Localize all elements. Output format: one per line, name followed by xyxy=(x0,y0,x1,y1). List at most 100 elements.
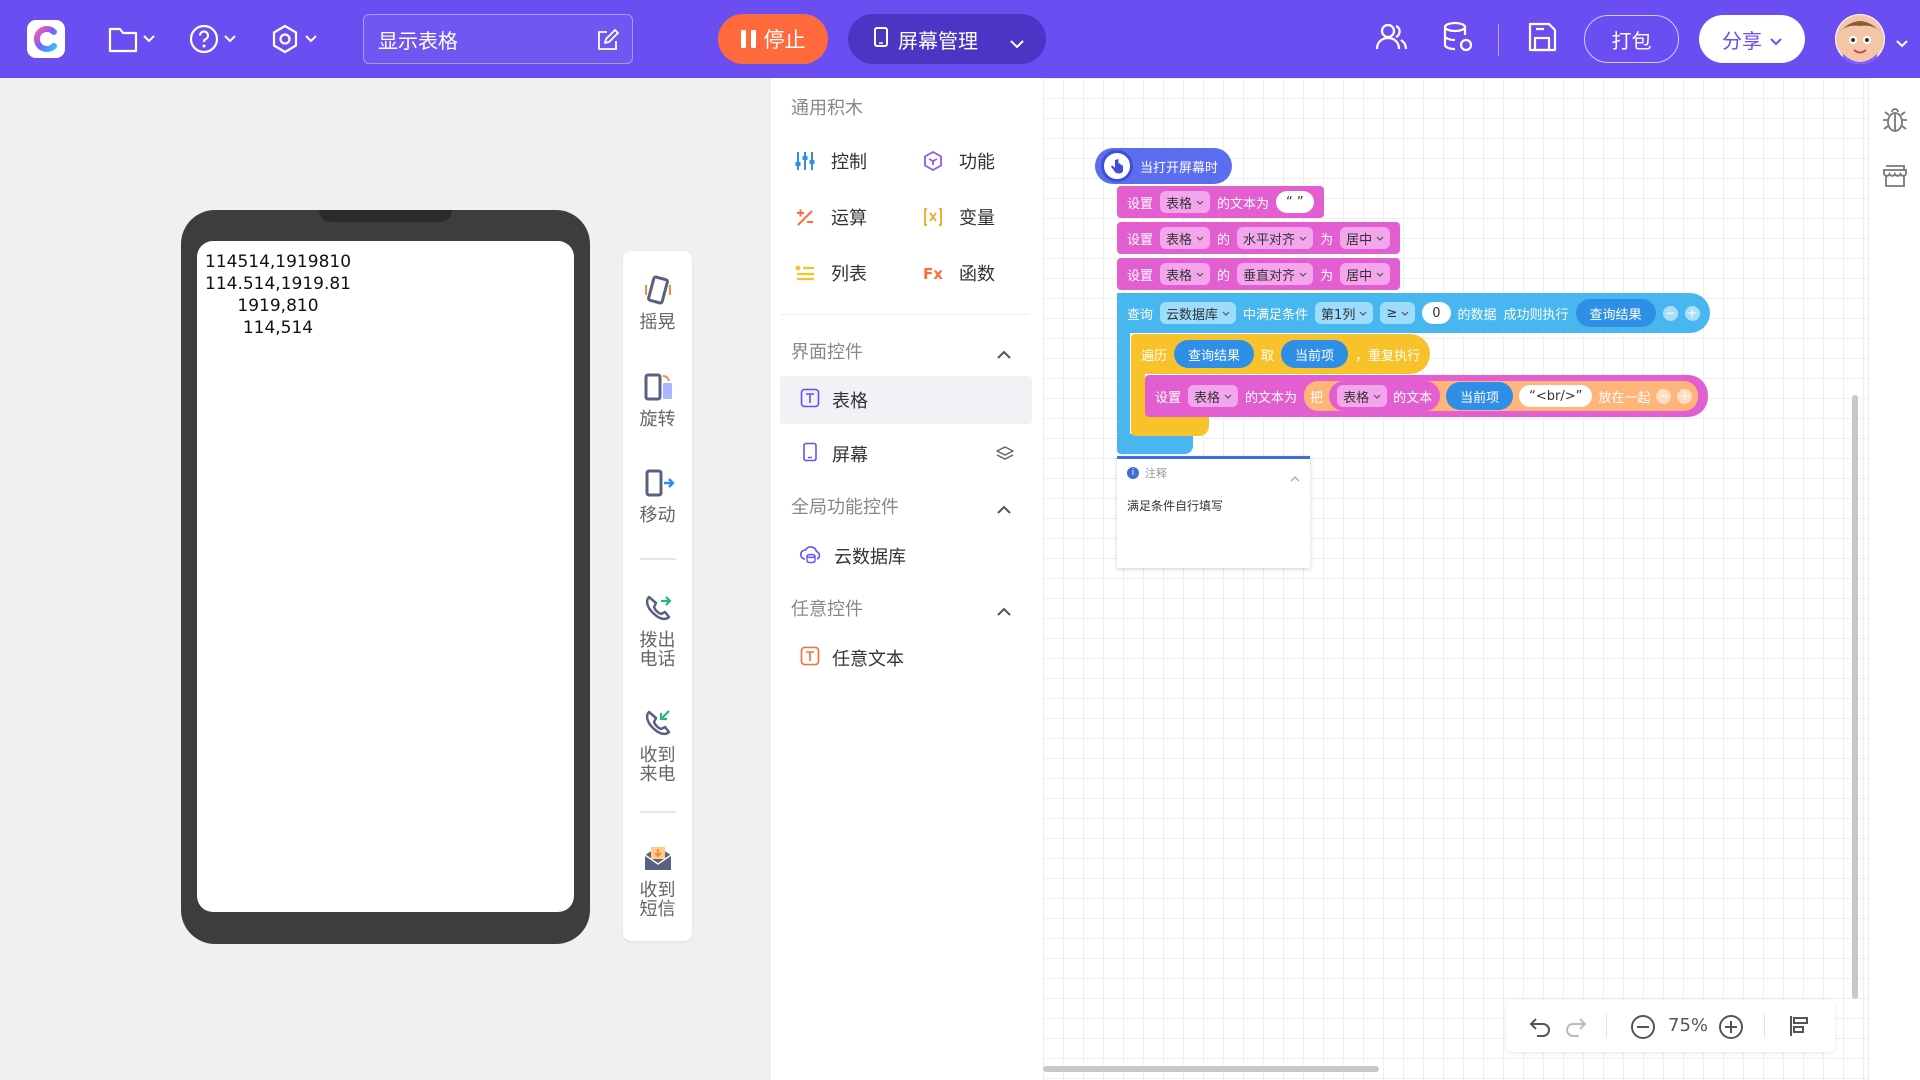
general-blocks-header: 通用积木 xyxy=(791,98,863,119)
chevron-down-icon xyxy=(224,35,236,43)
component-clouddb[interactable]: 云数据库 xyxy=(780,532,1032,580)
operator-dropdown[interactable]: ≥ xyxy=(1380,302,1416,324)
ui-controls-header[interactable]: 界面控件 xyxy=(791,338,863,364)
help-menu[interactable] xyxy=(188,22,236,56)
screen-open-event-block[interactable]: 当打开屏幕时 xyxy=(1095,148,1233,184)
rotate-icon xyxy=(623,370,692,404)
query-result-var[interactable]: 查询结果 xyxy=(1174,340,1255,368)
math-icon xyxy=(793,205,817,229)
database-icon[interactable] xyxy=(1441,20,1475,58)
database-dropdown[interactable]: 云数据库 xyxy=(1160,302,1237,324)
component-dropdown[interactable]: 表格 xyxy=(1160,263,1211,285)
toolbar-divider xyxy=(1498,24,1499,56)
cloud-query-block[interactable]: 查询 云数据库 中满足条件 第1列 ≥ 0 的数据 成功则执行 查询结果 − + xyxy=(1117,293,1710,333)
string-value[interactable]: “ ” xyxy=(1276,191,1314,213)
chevron-up-icon[interactable] xyxy=(997,601,1011,620)
chevron-down-icon xyxy=(143,35,155,43)
category-operation[interactable]: 运算 xyxy=(793,204,867,230)
screen-name-box xyxy=(363,14,633,64)
component-dropdown[interactable]: 表格 xyxy=(1188,385,1239,407)
chevron-up-icon[interactable] xyxy=(997,344,1011,363)
join-text-block[interactable]: 把 表格 的文本 当前项 “<br/>” 放在一起 − + xyxy=(1304,381,1699,411)
phone-in-tool[interactable]: 收到 来电 xyxy=(623,706,692,784)
phone-in-icon xyxy=(623,706,692,740)
plus-icon[interactable]: + xyxy=(1677,388,1693,404)
bug-icon[interactable] xyxy=(1882,106,1908,138)
stop-button[interactable]: 停止 xyxy=(718,14,828,64)
phone-out-tool[interactable]: 拨出 电话 xyxy=(623,591,692,669)
avatar[interactable] xyxy=(1835,14,1885,64)
redo-icon[interactable] xyxy=(1564,1014,1588,1042)
set-halign-block[interactable]: 设置 表格 的 水平对齐 为 居中 xyxy=(1117,222,1401,254)
file-menu[interactable] xyxy=(107,22,155,56)
pause-icon xyxy=(740,30,756,48)
category-list[interactable]: 列表 xyxy=(793,260,867,286)
align-blocks-icon[interactable] xyxy=(1788,1014,1812,1042)
settings-menu[interactable] xyxy=(269,22,317,56)
set-text-join-block[interactable]: 设置 表格 的文本为 把 表格 的文本 当前项 “<br/>” 放在一起 − + xyxy=(1145,375,1709,417)
horizontal-scrollbar[interactable] xyxy=(1043,1066,1379,1072)
rotate-tool[interactable]: 旋转 xyxy=(623,370,692,429)
string-value[interactable]: “<br/>” xyxy=(1519,385,1593,407)
minus-icon[interactable]: − xyxy=(1656,388,1672,404)
set-valign-block[interactable]: 设置 表格 的 垂直对齐 为 居中 xyxy=(1117,258,1401,290)
phone-screen: 114514,1919810 114.514,1919.81 1919,810 … xyxy=(197,241,574,912)
category-func[interactable]: Fx 函数 xyxy=(921,260,995,286)
variable-icon xyxy=(921,205,945,229)
plus-icon[interactable]: + xyxy=(1684,305,1700,321)
cloud-database-icon xyxy=(799,544,822,569)
foreach-block[interactable]: 遍历 查询结果 取 当前项 ，重复执行 xyxy=(1131,334,1431,374)
layers-icon[interactable] xyxy=(996,445,1014,468)
component-table[interactable]: 表格 xyxy=(780,376,1032,424)
current-item-var[interactable]: 当前项 xyxy=(1446,382,1514,410)
query-result-var[interactable]: 查询结果 xyxy=(1575,299,1656,327)
store-icon[interactable] xyxy=(1882,164,1908,192)
property-dropdown[interactable]: 垂直对齐 xyxy=(1237,263,1314,285)
column-dropdown[interactable]: 第1列 xyxy=(1315,302,1374,324)
zoom-in-icon[interactable] xyxy=(1718,1014,1744,1044)
save-icon[interactable] xyxy=(1526,20,1558,58)
vertical-scrollbar[interactable] xyxy=(1852,395,1858,999)
value-dropdown[interactable]: 居中 xyxy=(1340,227,1391,249)
edit-icon[interactable] xyxy=(596,28,620,56)
get-text-block[interactable]: 表格 的文本 xyxy=(1329,381,1441,411)
current-item-var[interactable]: 当前项 xyxy=(1281,340,1349,368)
comment-body[interactable]: 满足条件自行填写 xyxy=(1127,497,1223,514)
component-screen[interactable]: 屏幕 xyxy=(780,430,1032,478)
chevron-up-icon[interactable] xyxy=(997,499,1011,518)
query-block-bottom xyxy=(1117,434,1193,454)
sms-icon xyxy=(623,841,692,875)
screen-name-input[interactable] xyxy=(378,25,578,53)
minus-icon[interactable]: − xyxy=(1662,305,1678,321)
component-dropdown[interactable]: 表格 xyxy=(1160,191,1211,213)
component-dropdown[interactable]: 表格 xyxy=(1160,227,1211,249)
sms-tool[interactable]: 收到 短信 xyxy=(623,841,692,919)
component-anytext[interactable]: 任意文本 xyxy=(780,634,1032,682)
toolbar-divider xyxy=(1764,1014,1765,1038)
property-dropdown[interactable]: 水平对齐 xyxy=(1237,227,1314,249)
category-function[interactable]: 功能 xyxy=(921,148,995,174)
component-dropdown[interactable]: 表格 xyxy=(1337,385,1388,407)
comment-card[interactable]: i 注释 满足条件自行填写 xyxy=(1117,456,1310,568)
screen-manage-button[interactable]: 屏幕管理 xyxy=(848,14,1046,64)
users-icon[interactable] xyxy=(1375,20,1409,58)
pack-button[interactable]: 打包 xyxy=(1584,15,1679,63)
category-control[interactable]: 控制 xyxy=(793,148,867,174)
number-value[interactable]: 0 xyxy=(1422,302,1451,324)
chevron-down-icon[interactable] xyxy=(1896,33,1908,52)
value-dropdown[interactable]: 居中 xyxy=(1340,263,1391,285)
global-controls-header[interactable]: 全局功能控件 xyxy=(791,493,899,519)
undo-icon[interactable] xyxy=(1528,1014,1552,1042)
move-tool[interactable]: 移动 xyxy=(623,466,692,525)
share-button[interactable]: 分享 xyxy=(1699,15,1805,63)
chevron-up-icon[interactable] xyxy=(1290,467,1300,486)
shake-tool[interactable]: 摇晃 xyxy=(623,273,692,332)
move-icon xyxy=(623,466,692,500)
app-logo[interactable] xyxy=(27,20,65,58)
chevron-down-icon xyxy=(305,35,317,43)
zoom-out-icon[interactable] xyxy=(1630,1014,1656,1044)
set-text-block[interactable]: 设置 表格 的文本为 “ ” xyxy=(1117,186,1324,218)
any-controls-header[interactable]: 任意控件 xyxy=(791,595,863,621)
category-variable[interactable]: 变量 xyxy=(921,204,995,230)
blocks-panel: 通用积木 控制 功能 运算 变量 列表 Fx 函数 界面控件 表格 屏幕 全局功… xyxy=(771,78,1043,1080)
